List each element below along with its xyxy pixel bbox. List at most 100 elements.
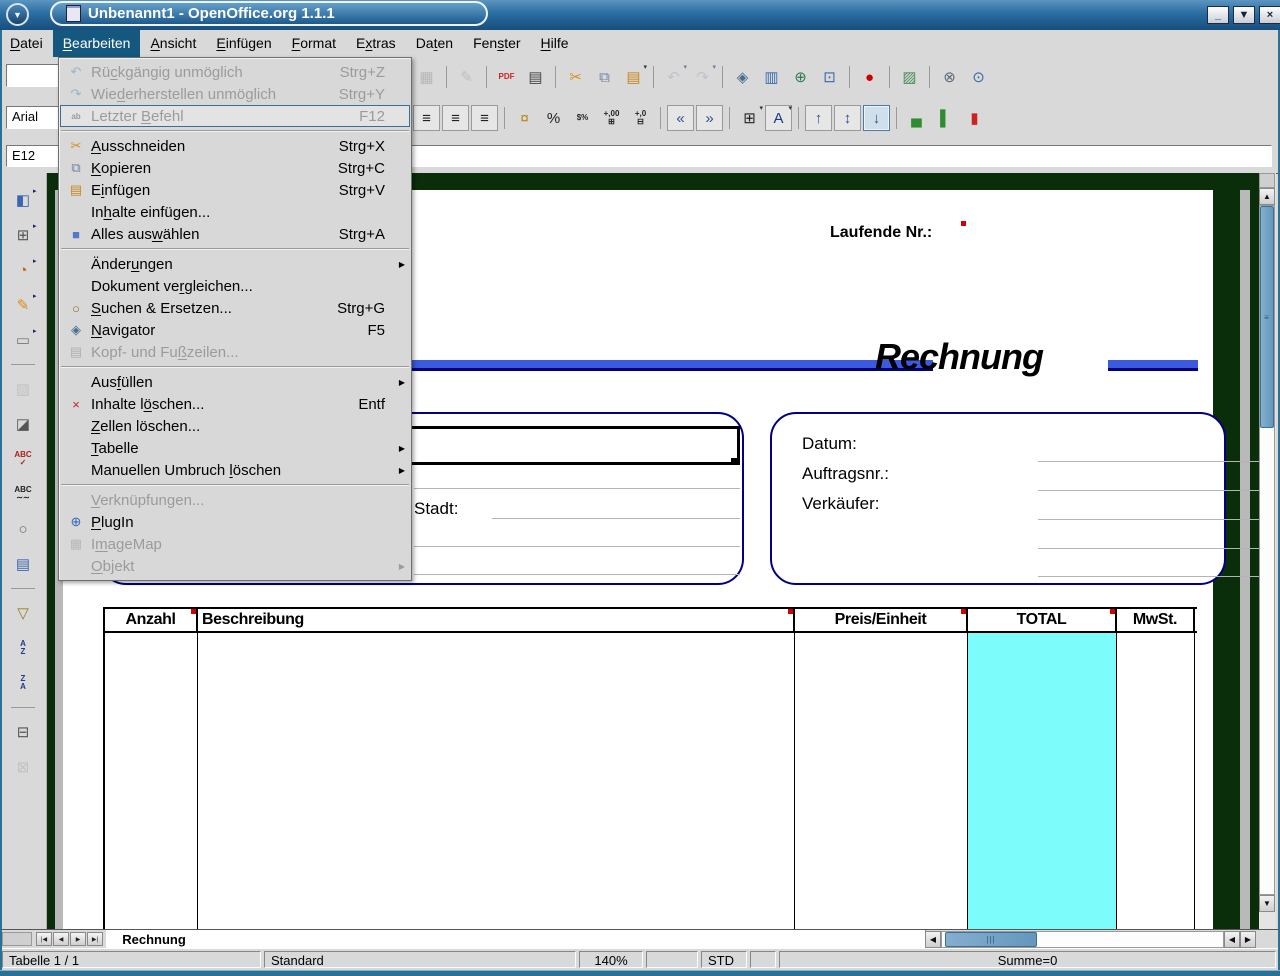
stylist-icon[interactable]: ▥: [758, 64, 785, 90]
show-draw-functions-icon[interactable]: ✎▸: [10, 292, 37, 318]
menu-item-copy[interactable]: ⧉KopierenStrg+C: [60, 157, 410, 179]
menubar-item-einfuegen[interactable]: Einfügen: [206, 30, 281, 57]
hyperlink-icon[interactable]: ⊕: [787, 64, 814, 90]
column-header-preiseinheit[interactable]: Preis/Einheit: [795, 609, 968, 631]
navigator-icon[interactable]: ◈: [729, 64, 756, 90]
export-pdf-icon[interactable]: PDF: [493, 64, 520, 90]
scroll-right-button[interactable]: ▶: [1240, 931, 1256, 948]
selection-mode[interactable]: STD: [701, 951, 747, 968]
cut-icon[interactable]: ✂: [562, 64, 589, 90]
order-box-label[interactable]: Verkäufer:: [802, 494, 880, 514]
sheet-tab-strip[interactable]: Rechnung: [106, 930, 926, 949]
insert-icon[interactable]: ◧▸: [10, 187, 37, 213]
sheet-indicator[interactable]: Tabelle 1 / 1: [2, 951, 261, 968]
undo-icon[interactable]: ↶▾: [660, 64, 687, 90]
menu-item-changes[interactable]: Änderungen▶: [60, 253, 410, 275]
window-menu-button[interactable]: ▼: [6, 3, 29, 26]
invoice-title[interactable]: Rechnung: [875, 336, 1043, 378]
insert-columns-icon[interactable]: ▌: [932, 105, 959, 131]
split-handle[interactable]: [1259, 173, 1275, 188]
minimize-button[interactable]: _: [1207, 6, 1229, 24]
sort-descending-icon[interactable]: Z A: [10, 670, 37, 696]
decrease-indent-icon[interactable]: «: [667, 105, 694, 131]
selection-fill-handle[interactable]: [731, 458, 738, 465]
last-sheet-button[interactable]: ▶|: [87, 932, 103, 946]
group-icon[interactable]: ⊟: [10, 719, 37, 745]
save-icon[interactable]: ▦: [413, 64, 440, 90]
background-color-icon[interactable]: A▾: [765, 105, 792, 131]
table-body-column-preiseinheit[interactable]: [795, 633, 968, 929]
record-macro-icon[interactable]: ●: [856, 64, 883, 90]
page-preview-icon[interactable]: ⊙: [965, 64, 992, 90]
horizontal-scroll-thumb[interactable]: |||: [945, 932, 1037, 947]
menubar-item-extras[interactable]: Extras: [346, 30, 406, 57]
scroll-up-button[interactable]: ▲: [1259, 188, 1275, 205]
dropdown-arrow-icon[interactable]: ▾: [759, 104, 763, 112]
menubar-item-daten[interactable]: Daten: [406, 30, 463, 57]
increase-indent-icon[interactable]: »: [696, 105, 723, 131]
scroll-left-button-2[interactable]: ◀: [1224, 931, 1240, 948]
auto-spellcheck-icon[interactable]: ABC ∼∼: [10, 481, 37, 507]
add-decimal-place-icon[interactable]: +,00 ⊞: [598, 105, 625, 131]
menu-item-object[interactable]: Objekt▶: [60, 555, 410, 577]
data-sources-icon[interactable]: ▤: [10, 551, 37, 577]
next-sheet-button[interactable]: ▶: [70, 932, 86, 946]
menu-item-paste-special[interactable]: Inhalte einfügen...: [60, 201, 410, 223]
table-body-column-beschreibung[interactable]: [198, 633, 795, 929]
align-center-icon[interactable]: ≡: [413, 105, 440, 131]
copy-icon[interactable]: ⧉: [591, 64, 618, 90]
borders-icon[interactable]: ⊞▾: [736, 105, 763, 131]
menu-item-find-replace[interactable]: ○Suchen & Ersetzen...Strg+G: [60, 297, 410, 319]
scroll-down-button[interactable]: ▼: [1259, 895, 1275, 912]
gallery-icon[interactable]: ▨: [896, 64, 923, 90]
spellcheck-icon[interactable]: ABC ✓: [10, 446, 37, 472]
align-justify-icon[interactable]: ≡: [471, 105, 498, 131]
invoice-table-body[interactable]: [105, 633, 1197, 929]
menubar-item-hilfe[interactable]: Hilfe: [531, 30, 579, 57]
page-style[interactable]: Standard: [264, 951, 576, 968]
zoom-icon[interactable]: ⊡: [816, 64, 843, 90]
dropdown-arrow-icon[interactable]: ▾: [788, 104, 792, 112]
order-box-label[interactable]: Datum:: [802, 434, 857, 454]
fill-format-mode-icon[interactable]: ◪: [10, 411, 37, 437]
vertical-scrollbar[interactable]: ▲ ≡ ▼: [1259, 173, 1276, 929]
dropdown-arrow-icon[interactable]: ▾: [643, 63, 647, 71]
number-format-percent-icon[interactable]: %: [540, 105, 567, 131]
sort-ascending-icon[interactable]: A Z: [10, 635, 37, 661]
delete-decimal-place-icon[interactable]: +,0 ⊟: [627, 105, 654, 131]
insert-cells-icon[interactable]: ⊞▸: [10, 222, 37, 248]
menu-item-cut[interactable]: ✂AusschneidenStrg+X: [60, 135, 410, 157]
insert-rows-icon[interactable]: ▄: [903, 105, 930, 131]
align-bottom-icon[interactable]: ↓: [863, 105, 890, 131]
vertical-scroll-thumb[interactable]: ≡: [1260, 206, 1274, 428]
edit-points-icon[interactable]: ▨: [10, 376, 37, 402]
autofilter-icon[interactable]: ▽: [10, 600, 37, 626]
scroll-left-button[interactable]: ◀: [925, 931, 941, 948]
column-header-total[interactable]: TOTAL: [968, 609, 1117, 631]
menu-item-headers-footers[interactable]: ▤Kopf- und Fußzeilen...: [60, 341, 410, 363]
menu-item-imagemap[interactable]: ▦ImageMap: [60, 533, 410, 555]
column-header-mwst[interactable]: MwSt.: [1117, 609, 1195, 631]
menubar-item-bearbeiten[interactable]: Bearbeiten: [53, 30, 141, 57]
table-body-column-anzahl[interactable]: [105, 633, 198, 929]
insert-chart-icon[interactable]: ▮: [961, 105, 988, 131]
menu-item-delete-cells[interactable]: Zellen löschen...: [60, 415, 410, 437]
align-top-icon[interactable]: ↑: [805, 105, 832, 131]
laufende-nr-label[interactable]: Laufende Nr.:: [830, 224, 932, 242]
menu-item-compare-document[interactable]: Dokument vergleichen...: [60, 275, 410, 297]
table-body-column-mwst[interactable]: [1117, 633, 1195, 929]
menubar-item-fenster[interactable]: Fenster: [463, 30, 530, 57]
align-center-vertically-icon[interactable]: ↕: [834, 105, 861, 131]
first-sheet-button[interactable]: |◀: [36, 932, 52, 946]
number-format-standard-icon[interactable]: $%: [569, 105, 596, 131]
sheet-tab-rechnung[interactable]: Rechnung: [110, 930, 198, 949]
menu-item-plugin[interactable]: ⊕PlugIn: [60, 511, 410, 533]
modified-flag[interactable]: [750, 951, 776, 968]
order-box-label[interactable]: Auftragsnr.:: [802, 464, 889, 484]
menu-item-redo[interactable]: ↷Wiederherstellen unmöglichStrg+Y: [60, 83, 410, 105]
table-body-column-total[interactable]: [968, 633, 1117, 929]
menubar-item-ansicht[interactable]: Ansicht: [140, 30, 206, 57]
close-button[interactable]: ×: [1259, 6, 1280, 24]
dropdown-arrow-icon[interactable]: ▾: [683, 63, 687, 71]
ungroup-icon[interactable]: ⊠: [10, 754, 37, 780]
